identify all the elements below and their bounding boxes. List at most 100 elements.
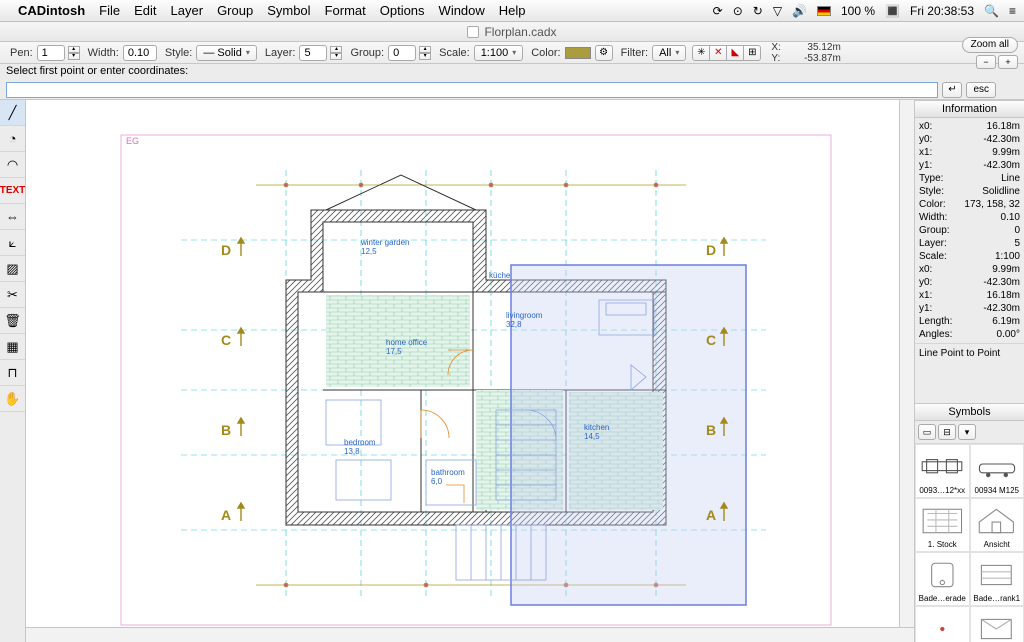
group-stepper[interactable]: ▴▾: [419, 46, 431, 60]
info-row: Color:173, 158, 32: [919, 198, 1020, 211]
svg-text:bathroom6,0: bathroom6,0: [431, 468, 465, 486]
info-row: x1:9.99m: [919, 146, 1020, 159]
snap-grid-icon[interactable]: ⊞: [743, 45, 761, 61]
line-tool[interactable]: ╱: [0, 100, 25, 126]
symbol-car-icon[interactable]: ⊟: [938, 424, 956, 440]
coord-input[interactable]: [6, 82, 938, 98]
menu-edit[interactable]: Edit: [134, 3, 156, 18]
symbol-add-icon[interactable]: ▭: [918, 424, 936, 440]
volume-icon[interactable]: 🔊: [792, 4, 807, 18]
width-field[interactable]: 0.10: [123, 45, 157, 61]
scrollbar-vertical[interactable]: [899, 100, 914, 627]
style-select[interactable]: — Solid: [196, 45, 257, 61]
symbol-cell[interactable]: Bade…erade: [915, 552, 970, 606]
snap-corner-icon[interactable]: ◣: [726, 45, 744, 61]
flag-icon[interactable]: [817, 4, 831, 18]
document-titlebar: Florplan.cadx: [0, 22, 1024, 42]
color-label: Color:: [531, 47, 560, 59]
filter-select[interactable]: All: [652, 45, 686, 61]
esc-button[interactable]: esc: [966, 82, 996, 98]
notifications-icon[interactable]: ≡: [1009, 4, 1016, 18]
pattern-tool[interactable]: ▦: [0, 334, 25, 360]
pan-tool[interactable]: ✋: [0, 386, 25, 412]
arc-tool[interactable]: ◔: [0, 126, 25, 152]
delete-tool[interactable]: 🗑: [0, 308, 25, 334]
wall-tool[interactable]: ⊓: [0, 360, 25, 386]
text-tool[interactable]: TEXT: [0, 178, 25, 204]
svg-text:A: A: [706, 507, 716, 523]
symbol-cell[interactable]: Balke…*90d: [915, 606, 970, 642]
info-panel-header: Information: [915, 100, 1024, 118]
symbol-cell[interactable]: 1. Stock: [915, 498, 970, 552]
scale-label: Scale:: [439, 47, 470, 59]
symbol-cell[interactable]: 00934 M125: [970, 444, 1024, 498]
wifi-icon[interactable]: ▽: [773, 4, 782, 18]
svg-text:A: A: [221, 507, 231, 523]
info-row: x0:16.18m: [919, 120, 1020, 133]
menu-options[interactable]: Options: [380, 3, 425, 18]
timemachine-icon[interactable]: ↻: [753, 4, 763, 18]
info-row: Layer:5: [919, 237, 1020, 250]
clock-label: Fri 20:38:53: [910, 4, 974, 18]
symbol-cell[interactable]: 0093…12*xx: [915, 444, 970, 498]
mode-label: Line Point to Point: [915, 343, 1024, 363]
coord-values: 35.12m -53.87m: [791, 42, 841, 64]
gear-icon[interactable]: ⚙: [595, 45, 613, 61]
scale-select[interactable]: 1:100: [474, 45, 524, 61]
info-row: Style:Solidline: [919, 185, 1020, 198]
hatch-tool[interactable]: ▨: [0, 256, 25, 282]
info-row: Scale:1:100: [919, 250, 1020, 263]
layer-stepper[interactable]: ▴▾: [330, 46, 342, 60]
menu-file[interactable]: File: [99, 3, 120, 18]
app-name[interactable]: CADintosh: [18, 3, 85, 18]
scrollbar-horizontal[interactable]: [26, 627, 914, 642]
svg-text:D: D: [706, 242, 716, 258]
mac-menubar: CADintosh File Edit Layer Group Symbol F…: [0, 0, 1024, 22]
svg-text:winter garden12,5: winter garden12,5: [360, 238, 409, 256]
battery-label: 100 %: [841, 4, 875, 18]
confirm-button[interactable]: ↵: [942, 82, 962, 98]
right-panels: Information x0:16.18my0:-42.30mx1:9.99my…: [914, 100, 1024, 642]
color-swatch[interactable]: [565, 47, 591, 59]
sync-icon[interactable]: ⊙: [733, 4, 743, 18]
group-label: Group:: [350, 47, 384, 59]
symbol-menu-icon[interactable]: ▾: [958, 424, 976, 440]
symbol-cell[interactable]: Bett: [970, 606, 1024, 642]
info-panel-body: x0:16.18my0:-42.30mx1:9.99my1:-42.30mTyp…: [915, 118, 1024, 343]
svg-text:B: B: [221, 422, 231, 438]
menu-format[interactable]: Format: [325, 3, 366, 18]
layer-field[interactable]: 5: [299, 45, 327, 61]
menu-group[interactable]: Group: [217, 3, 253, 18]
menu-layer[interactable]: Layer: [171, 3, 204, 18]
menu-symbol[interactable]: Symbol: [267, 3, 310, 18]
zoom-in-button[interactable]: +: [998, 55, 1018, 69]
dimension-tool[interactable]: ⇔: [0, 204, 25, 230]
symbol-cell[interactable]: Ansicht: [970, 498, 1024, 552]
snap-x-icon[interactable]: ✕: [709, 45, 727, 61]
dropbox-icon[interactable]: ⟳: [713, 4, 723, 18]
width-label: Width:: [88, 47, 119, 59]
style-label: Style:: [165, 47, 193, 59]
spotlight-icon[interactable]: 🔍: [984, 4, 999, 18]
snap-star-icon[interactable]: ✳: [692, 45, 710, 61]
info-row: x0:9.99m: [919, 263, 1020, 276]
pen-field[interactable]: 1: [37, 45, 65, 61]
zoom-out-button[interactable]: −: [976, 55, 996, 69]
main-area: ╱◔◠TEXT⇔⟀▨✂🗑▦⊓✋ EG: [0, 100, 1024, 642]
tool-palette: ╱◔◠TEXT⇔⟀▨✂🗑▦⊓✋: [0, 100, 26, 642]
menu-window[interactable]: Window: [439, 3, 485, 18]
info-row: Group:0: [919, 224, 1020, 237]
drawing-svg: EG: [26, 100, 914, 640]
trim-tool[interactable]: ✂: [0, 282, 25, 308]
symbol-cell[interactable]: Bade…rank1: [970, 552, 1024, 606]
pen-label: Pen:: [10, 47, 33, 59]
angle-tool[interactable]: ⟀: [0, 230, 25, 256]
canvas[interactable]: EG: [26, 100, 914, 642]
zoom-all-button[interactable]: Zoom all: [962, 37, 1018, 53]
eg-label: EG: [126, 136, 139, 146]
pen-stepper[interactable]: ▴▾: [68, 46, 80, 60]
group-field[interactable]: 0: [388, 45, 416, 61]
menu-help[interactable]: Help: [499, 3, 526, 18]
battery-icon[interactable]: 🔳: [885, 4, 900, 18]
circle-tool[interactable]: ◠: [0, 152, 25, 178]
